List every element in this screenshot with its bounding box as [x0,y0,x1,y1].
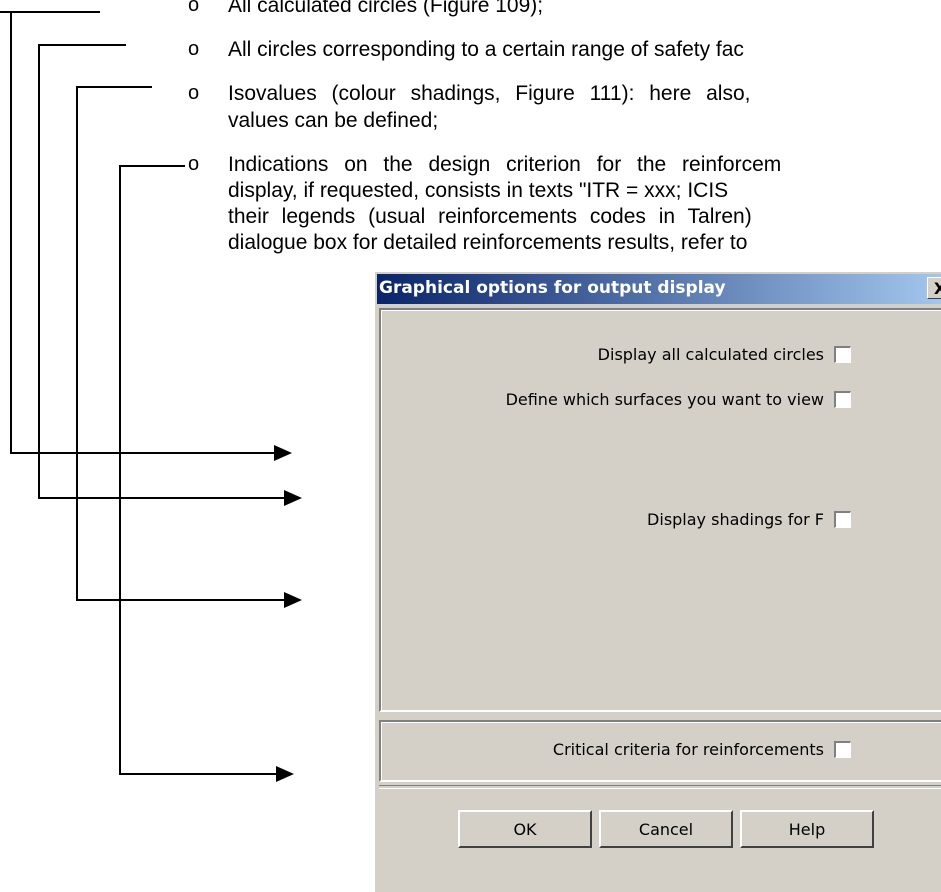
arrow-icon [284,592,302,608]
bullet-marker: o [188,38,200,60]
connector-line [10,11,12,453]
bullet-marker: o [188,153,200,175]
dialog-title: Graphical options for output display [379,278,726,298]
help-button[interactable]: Help [740,810,874,848]
close-button[interactable]: X [927,277,941,299]
separator [379,785,941,789]
ok-button[interactable]: OK [458,810,592,848]
arrow-icon [276,766,294,782]
connector-line [10,452,275,454]
bullet-text-4-cont1: display, if requested, consists in texts… [228,179,729,202]
display-all-circles-checkbox[interactable] [834,346,851,363]
connector-line [0,11,100,13]
bullet-text-3-cont: values can be defined; [228,109,439,132]
critical-criteria-row: Critical criteria for reinforcements [553,740,851,759]
display-shadings-row: Display shadings for F [647,510,851,529]
bullet-marker: o [188,82,200,104]
display-all-circles-label: Display all calculated circles [597,345,824,364]
display-shadings-checkbox[interactable] [834,511,851,528]
bullet-text-4-cont2: their legends (usual reinforcements code… [228,205,752,228]
dialog-titlebar[interactable]: Graphical options for output display X [377,274,941,304]
critical-criteria-label: Critical criteria for reinforcements [552,740,824,759]
display-all-circles-row: Display all calculated circles [598,345,851,364]
arrow-icon [284,490,302,506]
connector-line [119,773,277,775]
bullet-text-4: Indications on the design criterion for … [228,153,782,176]
bullet-marker: o [188,0,200,16]
arrow-icon [274,445,292,461]
connector-line [38,44,126,46]
graphical-options-dialog: Graphical options for output display X D… [373,270,941,892]
define-surfaces-label: Define which surfaces you want to view [505,390,824,409]
connector-line [38,44,40,498]
cancel-button[interactable]: Cancel [599,810,733,848]
surfaces-options-panel: Display all calculated circles Define wh… [379,308,941,712]
define-surfaces-checkbox[interactable] [834,391,851,408]
connector-line [119,165,185,167]
critical-criteria-checkbox[interactable] [834,741,851,758]
connector-line [76,86,152,88]
display-shadings-label: Display shadings for F [647,510,824,529]
reinforcement-options-panel: Critical criteria for reinforcements [379,720,941,782]
define-surfaces-row: Define which surfaces you want to view [506,390,851,409]
bullet-text-3: Isovalues (colour shadings, Figure 111):… [228,82,751,105]
bullet-text-2: All circles corresponding to a certain r… [228,38,744,61]
bullet-text-1: All calculated circles (Figure 109); [228,0,544,17]
bullet-text-4-cont3: dialogue box for detailed reinforcements… [228,231,748,254]
connector-line [76,599,285,601]
connector-line [119,165,121,774]
connector-line [76,86,78,600]
